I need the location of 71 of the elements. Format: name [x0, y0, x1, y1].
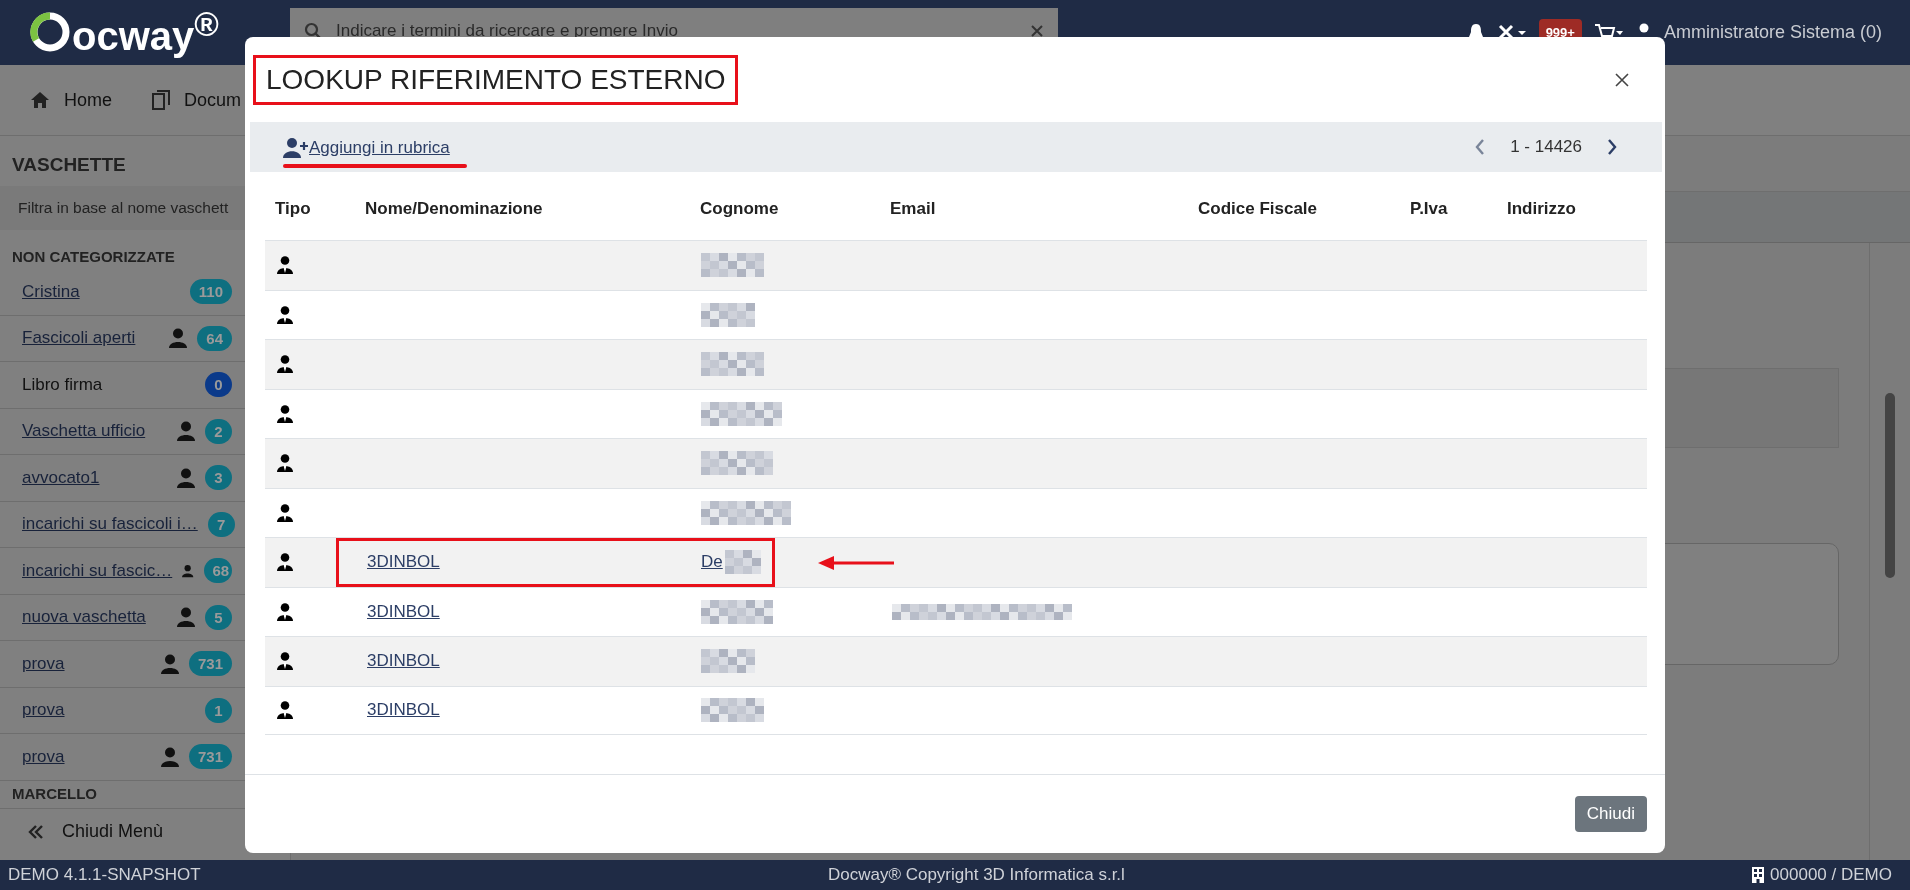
- count-badge: 0: [205, 372, 232, 398]
- count-badge: 3: [205, 465, 232, 491]
- name-link[interactable]: 3DINBOL: [367, 700, 440, 721]
- person-icon: [277, 305, 293, 324]
- close-dialog-button[interactable]: Chiudi: [1574, 796, 1647, 832]
- sidebar-title: VASCHETTE: [11, 153, 127, 177]
- count-badge: 731: [188, 651, 232, 677]
- vaschetta-link[interactable]: Vaschetta ufficio: [22, 421, 167, 442]
- group-heading: MARCELLO: [11, 783, 98, 804]
- person-icon: [277, 553, 293, 572]
- vaschetta-link[interactable]: incarichi su fascicoli i…: [22, 514, 198, 535]
- person-icon: [277, 404, 293, 423]
- user-name[interactable]: Amministratore Sistema (0): [1663, 22, 1882, 43]
- home-icon: [30, 91, 50, 109]
- group-heading: NON CATEGORIZZATE: [11, 247, 176, 267]
- building-icon: [1752, 867, 1765, 883]
- column-header: Email: [889, 199, 937, 219]
- name-link[interactable]: 3DINBOL: [367, 552, 440, 573]
- count-badge: 7: [207, 511, 235, 537]
- double-chevron-icon: [28, 824, 44, 839]
- column-header: Indirizzo: [1506, 199, 1577, 219]
- logo-text: ocway$^{®}$: [72, 5, 219, 60]
- person-icon: [277, 652, 293, 671]
- vaschetta-link[interactable]: avvocato1: [22, 467, 167, 488]
- office-text: 000000 / DEMO: [1770, 865, 1892, 885]
- nav-link[interactable]: Docum: [152, 89, 242, 111]
- vaschetta-link[interactable]: prova: [22, 746, 151, 767]
- dialog-title: LOOKUP RIFERIMENTO ESTERNO: [253, 54, 739, 105]
- vaschetta-link[interactable]: prova: [22, 700, 195, 721]
- vaschetta-link[interactable]: Fascicoli aperti: [22, 328, 160, 349]
- clear-icon[interactable]: [1030, 24, 1044, 38]
- count-badge: 68: [203, 558, 232, 584]
- copyright-text: Docway® Copyright 3D Informatica s.r.l: [827, 865, 1125, 885]
- person-icon: [277, 602, 293, 621]
- next-page-icon[interactable]: [1606, 138, 1618, 156]
- vaschetta-link[interactable]: nuova vaschetta: [22, 607, 167, 628]
- count-badge: 64: [197, 325, 232, 351]
- count-badge: 1: [205, 697, 232, 723]
- surname-link[interactable]: De: [701, 552, 723, 573]
- table-row[interactable]: 3DINBOL: [265, 636, 1647, 686]
- vaschetta-link[interactable]: prova: [22, 653, 151, 674]
- version-text: DEMO 4.1.1-SNAPSHOT: [8, 865, 201, 885]
- vaschetta-link[interactable]: incarichi su fascic…: [22, 560, 173, 581]
- table-row[interactable]: 3DINBOL: [265, 685, 1647, 735]
- vaschetta-label[interactable]: Libro firma: [22, 374, 195, 395]
- previous-page-icon[interactable]: [1474, 138, 1487, 156]
- count-badge: 5: [205, 604, 232, 630]
- column-header: Codice Fiscale: [1197, 199, 1319, 219]
- vaschetta-link[interactable]: Cristina: [22, 281, 180, 302]
- page-range: 1 - 14426: [1510, 137, 1582, 157]
- column-header: P.Iva: [1409, 199, 1449, 219]
- close-icon: [1615, 72, 1629, 87]
- count-badge: 731: [188, 744, 232, 770]
- nav-link[interactable]: Home: [30, 89, 112, 111]
- column-header: Cognome: [699, 199, 780, 219]
- count-badge: 110: [189, 279, 232, 305]
- person-icon: [277, 454, 293, 473]
- name-link[interactable]: 3DINBOL: [367, 651, 440, 672]
- logo-icon: [30, 12, 70, 53]
- add-contact-link[interactable]: Aggiungi in rubrica: [283, 138, 450, 158]
- documents-icon: [152, 90, 170, 110]
- name-link[interactable]: 3DINBOL: [367, 601, 440, 622]
- person-icon: [277, 256, 293, 275]
- person-icon: [277, 503, 293, 522]
- table-row[interactable]: 3DINBOL De: [265, 537, 1647, 587]
- person-icon: [277, 701, 293, 720]
- count-badge: 2: [205, 418, 232, 444]
- add-person-icon: [283, 138, 309, 158]
- search-icon: [304, 22, 322, 40]
- person-icon: [277, 355, 293, 374]
- column-header: Nome/Denominazione: [364, 199, 544, 219]
